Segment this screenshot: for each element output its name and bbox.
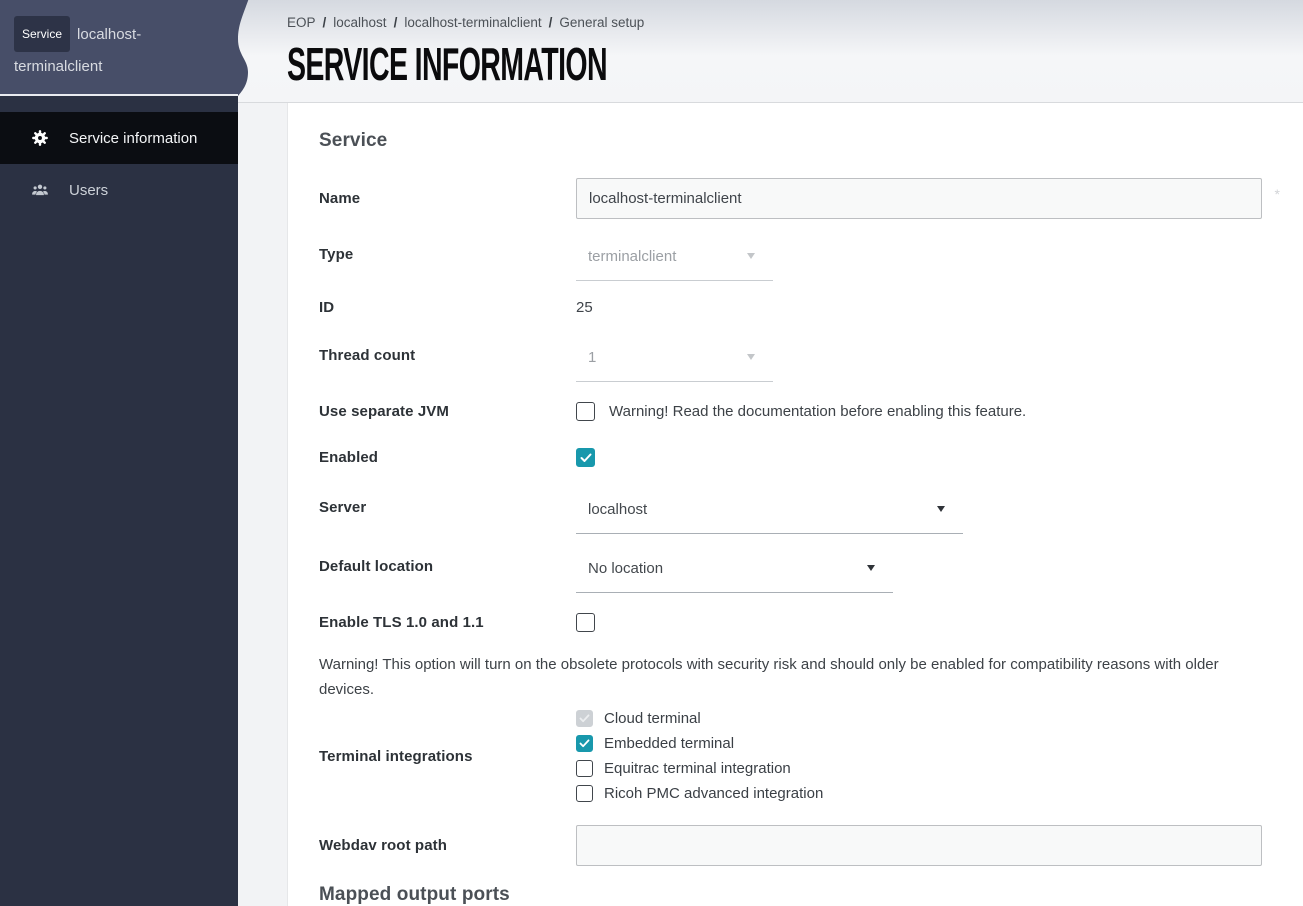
main-content: EOP / localhost / localhost-terminalclient / G… [238, 0, 1303, 906]
ricoh-pmc-integration-label: Ricoh PMC advanced integration [604, 785, 823, 802]
sidebar-item-users[interactable]: Users [0, 164, 238, 216]
sidebar: Servicelocalhost-terminalclient Service … [0, 0, 238, 906]
sidebar-nav: Service information Users [0, 96, 238, 216]
sidebar-swoosh-decoration [238, 0, 252, 96]
type-select: terminalclient [576, 246, 773, 281]
server-select[interactable]: localhost [576, 499, 963, 534]
type-label: Type [319, 246, 576, 281]
equitrac-integration-checkbox[interactable] [576, 760, 593, 777]
type-select-value: terminalclient [588, 246, 773, 267]
webdav-input-wrap [576, 825, 1262, 866]
breadcrumb: EOP / localhost / localhost-terminalclient / G… [287, 15, 1303, 30]
sidebar-item-label: Service information [69, 130, 197, 147]
enabled-label: Enabled [319, 449, 576, 466]
caret-down-icon [747, 354, 755, 360]
thread-count-select-value: 1 [588, 347, 773, 368]
section-heading-mapped-output-ports: Mapped output ports [319, 884, 1262, 906]
breadcrumb-separator: / [394, 15, 398, 30]
option-embedded-terminal: Embedded terminal [576, 731, 823, 756]
tls-warning-text: Warning! This option will turn on the ob… [319, 653, 1262, 702]
page-title: SERVICE INFORMATION [287, 37, 607, 91]
use-separate-jvm-checkbox[interactable] [576, 402, 595, 421]
sidebar-service-title: Servicelocalhost-terminalclient [14, 16, 224, 82]
webdav-root-path-input[interactable] [576, 825, 1262, 866]
terminal-integrations-group: Cloud terminal Embedded terminal Equitra… [576, 706, 823, 806]
embedded-terminal-label: Embedded terminal [604, 735, 734, 752]
default-location-label: Default location [319, 558, 576, 593]
id-value: 25 [576, 299, 593, 316]
terminal-integrations-label: Terminal integrations [319, 748, 576, 765]
breadcrumb-item-general-setup: General setup [559, 15, 644, 30]
service-form-card: Service Name * Type terminalclient ID 25… [287, 103, 1303, 906]
enable-tls-checkbox[interactable] [576, 613, 595, 632]
page-header: EOP / localhost / localhost-terminalclient / G… [238, 0, 1303, 103]
ricoh-pmc-integration-checkbox[interactable] [576, 785, 593, 802]
form-row-enabled: Enabled [319, 447, 1262, 468]
breadcrumb-item-localhost[interactable]: localhost [333, 15, 386, 30]
option-ricoh-pmc-integration: Ricoh PMC advanced integration [576, 781, 823, 806]
thread-count-label: Thread count [319, 347, 576, 382]
breadcrumb-item-eop[interactable]: EOP [287, 15, 316, 30]
form-row-thread-count: Thread count 1 [319, 347, 1262, 382]
enabled-checkbox[interactable] [576, 448, 595, 467]
sidebar-service-header: Servicelocalhost-terminalclient [0, 0, 238, 96]
sidebar-item-service-information[interactable]: Service information [0, 112, 238, 164]
form-row-id: ID 25 [319, 299, 1262, 316]
server-select-value: localhost [588, 499, 963, 520]
form-row-name: Name * [319, 178, 1262, 219]
form-row-enable-tls: Enable TLS 1.0 and 1.1 [319, 612, 1262, 633]
name-input[interactable] [576, 178, 1262, 219]
form-row-default-location: Default location No location [319, 558, 1262, 593]
breadcrumb-separator: / [323, 15, 327, 30]
server-label: Server [319, 499, 576, 534]
equitrac-integration-label: Equitrac terminal integration [604, 760, 791, 777]
option-equitrac-integration: Equitrac terminal integration [576, 756, 823, 781]
form-row-webdav-root-path: Webdav root path [319, 825, 1262, 866]
cloud-terminal-checkbox [576, 710, 593, 727]
form-row-use-separate-jvm: Use separate JVM Warning! Read the docum… [319, 401, 1262, 422]
name-input-wrap: * [576, 178, 1262, 219]
option-cloud-terminal: Cloud terminal [576, 706, 823, 731]
breadcrumb-item-service[interactable]: localhost-terminalclient [404, 15, 541, 30]
users-group-icon [31, 181, 49, 199]
enable-tls-label: Enable TLS 1.0 and 1.1 [319, 614, 576, 631]
caret-down-icon [937, 506, 945, 512]
service-badge: Service [14, 16, 70, 52]
form-row-server: Server localhost [319, 499, 1262, 534]
name-label: Name [319, 190, 576, 207]
breadcrumb-separator: / [549, 15, 553, 30]
caret-down-icon [747, 253, 755, 259]
use-separate-jvm-label: Use separate JVM [319, 403, 576, 420]
form-row-terminal-integrations: Terminal integrations Cloud terminal Emb… [319, 706, 1262, 806]
required-asterisk-icon: * [1275, 186, 1280, 202]
id-label: ID [319, 299, 576, 316]
cloud-terminal-label: Cloud terminal [604, 710, 701, 727]
default-location-select[interactable]: No location [576, 558, 893, 593]
embedded-terminal-checkbox[interactable] [576, 735, 593, 752]
thread-count-select: 1 [576, 347, 773, 382]
webdav-root-path-label: Webdav root path [319, 837, 576, 854]
section-heading-service: Service [319, 130, 1262, 152]
gear-icon [31, 129, 49, 147]
jvm-warning-text: Warning! Read the documentation before e… [609, 403, 1026, 420]
form-row-type: Type terminalclient [319, 246, 1262, 281]
sidebar-item-label: Users [69, 182, 108, 199]
caret-down-icon [867, 565, 875, 571]
default-location-select-value: No location [588, 558, 893, 579]
